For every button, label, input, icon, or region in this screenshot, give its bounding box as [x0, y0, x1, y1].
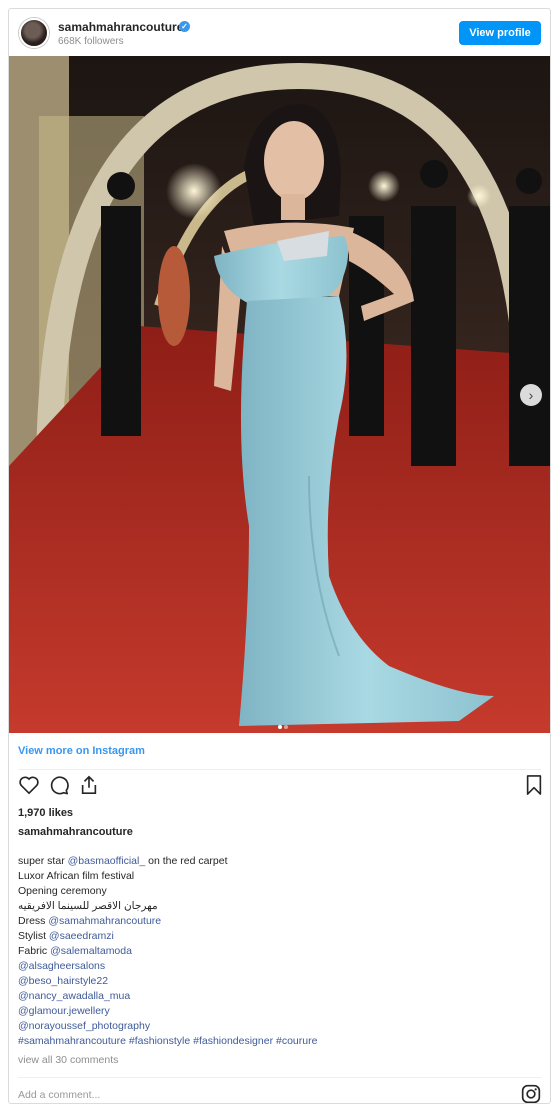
view-more-on-instagram-link[interactable]: View more on Instagram — [18, 745, 145, 757]
caption-mention-link[interactable]: @glamour.jewellery — [18, 1004, 538, 1019]
instagram-logo-icon[interactable] — [521, 1084, 541, 1103]
photo-illustration — [9, 56, 550, 733]
divider — [18, 769, 541, 770]
carousel-next-button[interactable]: › — [520, 384, 542, 406]
caption-mention-link[interactable]: @nancy_awadalla_mua — [18, 989, 538, 1004]
bookmark-icon[interactable] — [525, 775, 543, 800]
caption-mention-link[interactable]: @salemaltamoda — [50, 945, 132, 957]
caption-mention-link[interactable]: @basmaofficial_ — [68, 855, 146, 867]
add-comment-input[interactable]: Add a comment... — [18, 1089, 100, 1101]
caption-mention-link[interactable]: @saeedramzi — [49, 930, 114, 942]
heart-icon[interactable] — [18, 775, 40, 800]
post-header: samahmahrancouture ✓ 668K followers View… — [9, 9, 550, 57]
carousel-indicator — [277, 716, 289, 733]
comment-icon[interactable] — [48, 775, 70, 800]
username[interactable]: samahmahrancouture — [58, 20, 183, 34]
follower-count: 668K followers — [58, 36, 124, 47]
caption-line: Fabric @salemaltamoda — [18, 944, 538, 959]
post-caption: super star @basmaofficial_ on the red ca… — [18, 854, 538, 1049]
caption-line: super star @basmaofficial_ on the red ca… — [18, 854, 538, 869]
caption-text: super star — [18, 855, 68, 867]
caption-line-arabic: مهرجان الاقصر للسينما الافريقيه — [18, 900, 158, 912]
caption-text: Stylist — [18, 930, 49, 942]
like-count[interactable]: 1,970 likes — [18, 807, 73, 819]
view-profile-button[interactable]: View profile — [459, 21, 541, 45]
caption-mention-link[interactable]: @norayoussef_photography — [18, 1019, 538, 1034]
verified-badge-icon: ✓ — [179, 21, 190, 32]
divider — [18, 1077, 541, 1078]
carousel-dot — [284, 725, 288, 729]
caption-line: Stylist @saeedramzi — [18, 929, 538, 944]
instagram-embed-card: samahmahrancouture ✓ 668K followers View… — [8, 8, 551, 1104]
post-owner-username[interactable]: samahmahrancouture — [18, 826, 133, 838]
post-photo[interactable]: › — [9, 56, 550, 733]
caption-text: Dress — [18, 915, 49, 927]
caption-line: Luxor African film festival — [18, 870, 135, 882]
caption-hashtags[interactable]: #samahmahrancouture #fashionstyle #fashi… — [18, 1034, 538, 1049]
caption-line: Opening ceremony — [18, 885, 107, 897]
carousel-dot-active — [278, 725, 282, 729]
view-all-comments-link[interactable]: view all 30 comments — [18, 1054, 118, 1066]
caption-text: on the red carpet — [145, 855, 228, 867]
caption-text: Fabric — [18, 945, 51, 957]
share-icon[interactable] — [78, 775, 100, 800]
caption-line: Dress @samahmahrancouture — [18, 914, 538, 929]
caption-mention-link[interactable]: @beso_hairstyle22 — [18, 974, 538, 989]
avatar[interactable] — [19, 18, 49, 48]
caption-mention-link[interactable]: @alsagheersalons — [18, 959, 538, 974]
action-bar — [18, 775, 543, 801]
caption-mention-link[interactable]: @samahmahrancouture — [48, 915, 161, 927]
